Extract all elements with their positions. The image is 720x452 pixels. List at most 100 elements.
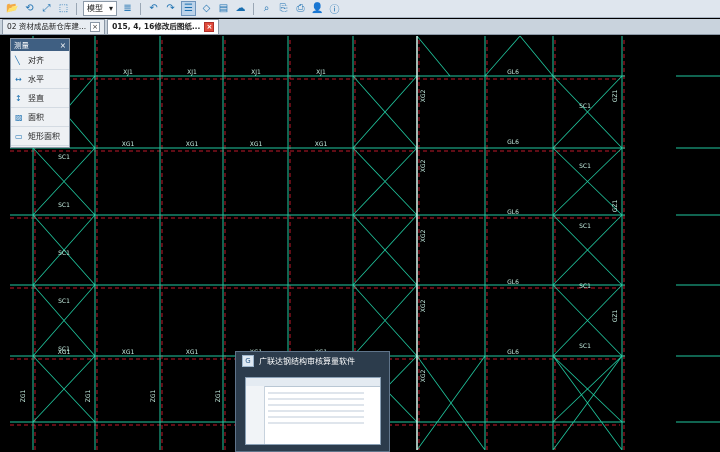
horizontal-icon: ↔ <box>15 74 22 84</box>
member-label: SC1 <box>58 250 70 257</box>
member-label: XG1 <box>186 141 199 148</box>
member-label: GZ1 <box>612 310 619 323</box>
close-icon[interactable]: × <box>60 41 66 50</box>
cloud-icon[interactable]: ☁ <box>234 2 247 15</box>
palette-item-vertical[interactable]: ↕ 竖直 <box>11 89 69 108</box>
grid-icon[interactable]: ☰ <box>181 1 197 16</box>
member-label: XG2 <box>420 300 427 313</box>
tab-label: 02 资材成品新仓库建... <box>7 22 87 31</box>
zoom-extents-icon[interactable]: ⤢ <box>40 2 53 15</box>
member-label: XJ1 <box>251 69 261 76</box>
palette-item-horizontal[interactable]: ↔ 水平 <box>11 70 69 89</box>
palette-item-area[interactable]: ▨ 面积 <box>11 108 69 127</box>
member-label: SC1 <box>579 343 591 350</box>
close-icon[interactable]: × <box>90 22 101 32</box>
undo-icon[interactable]: ↶ <box>147 2 160 15</box>
main-toolbar: 📂 ⟲ ⤢ ⬚ 模型 ▾ ≣ ↶ ↷ ☰ ◇ ▤ ☁ ⌕ ⎘ ⎙ 👤 ⓘ <box>0 0 720 18</box>
member-label: XG1 <box>250 141 263 148</box>
zoom-window-icon[interactable]: ⬚ <box>57 2 70 15</box>
redo-icon[interactable]: ↷ <box>164 2 177 15</box>
document-tab-bar: 02 资材成品新仓库建... × 015, 4, 16修改后图纸... × <box>0 19 720 35</box>
member-label: GL6 <box>507 349 519 356</box>
thumbnail-row <box>268 398 364 400</box>
palette-item-label: 矩形面积 <box>28 131 60 141</box>
thumbnail-row <box>268 416 364 418</box>
member-label: SC1 <box>579 283 591 290</box>
mode-select-value: 模型 <box>87 4 103 13</box>
layers-icon[interactable]: ≣ <box>121 2 134 15</box>
history-icon[interactable]: ⟲ <box>23 2 36 15</box>
member-label: XG1 <box>122 349 135 356</box>
member-label: SC1 <box>58 298 70 305</box>
palette-item-rect-area[interactable]: ▭ 矩形面积 <box>11 127 69 146</box>
close-icon[interactable]: × <box>204 22 215 32</box>
area-icon: ▨ <box>15 112 23 122</box>
toolbar-divider <box>253 2 255 15</box>
member-label: XJ1 <box>187 69 197 76</box>
member-label: XG2 <box>420 160 427 173</box>
thumbnail-sidebar <box>246 386 265 444</box>
member-label: XG1 <box>122 141 135 148</box>
window-thumbnail[interactable] <box>245 377 381 445</box>
thumbnail-row <box>268 392 364 394</box>
toolbar-divider <box>140 2 142 15</box>
popup-title: 广联达钢结构审核算量软件 <box>259 356 355 366</box>
member-label: ZG1 <box>150 390 157 403</box>
copy-icon[interactable]: ⎘ <box>277 2 290 15</box>
user-icon[interactable]: 👤 <box>311 2 324 15</box>
print-icon[interactable]: ⎙ <box>294 2 307 15</box>
palette-item-label: 面积 <box>28 112 44 122</box>
member-label: GZ1 <box>612 200 619 213</box>
palette-item-align[interactable]: ╲ 对齐 <box>11 51 69 70</box>
toolbar-divider <box>76 2 77 15</box>
member-label: GL6 <box>507 209 519 216</box>
member-label: SC1 <box>579 163 591 170</box>
erase-icon[interactable]: ◇ <box>200 2 213 15</box>
brace-line <box>519 36 554 77</box>
brace-line <box>416 36 451 77</box>
open-folder-icon[interactable]: 📂 <box>6 2 19 15</box>
rect-area-icon: ▭ <box>15 131 23 141</box>
member-label: SC1 <box>579 103 591 110</box>
member-label: XG2 <box>420 230 427 243</box>
member-label: ZG1 <box>215 390 222 403</box>
popup-header: G 广联达钢结构审核算量软件 <box>236 352 389 370</box>
member-label: SC1 <box>58 346 70 353</box>
member-label: XG1 <box>315 141 328 148</box>
member-label: GL6 <box>507 279 519 286</box>
align-icon: ╲ <box>15 55 20 65</box>
thumbnail-row <box>268 404 364 406</box>
taskbar-preview-popup[interactable]: G 广联达钢结构审核算量软件 <box>235 351 390 452</box>
measure-palette[interactable]: 测量 × ╲ 对齐 ↔ 水平 ↕ 竖直 ▨ 面积 ▭ 矩形面积 <box>10 38 70 148</box>
palette-title: 测量 <box>14 40 29 50</box>
vertical-icon: ↕ <box>15 93 22 103</box>
member-label: ZG1 <box>85 390 92 403</box>
chevron-down-icon: ▾ <box>109 4 114 13</box>
thumbnail-ribbon <box>246 378 380 387</box>
mode-select[interactable]: 模型 ▾ <box>83 1 118 16</box>
palette-titlebar[interactable]: 测量 × <box>11 39 69 51</box>
palette-item-label: 对齐 <box>28 55 44 65</box>
tab-document-2[interactable]: 015, 4, 16修改后图纸... × <box>107 19 220 34</box>
thumbnail-row <box>268 410 364 412</box>
tab-label: 015, 4, 16修改后图纸... <box>112 22 201 31</box>
member-label: XJ1 <box>123 69 133 76</box>
member-label: XG1 <box>186 349 199 356</box>
property-icon[interactable]: ▤ <box>217 2 230 15</box>
palette-item-label: 竖直 <box>28 93 44 103</box>
member-label: SC1 <box>58 202 70 209</box>
member-label: XJ1 <box>316 69 326 76</box>
tab-document-1[interactable]: 02 资材成品新仓库建... × <box>2 19 106 34</box>
member-label: GZ1 <box>612 90 619 103</box>
member-label: ZG1 <box>20 390 27 403</box>
palette-item-label: 水平 <box>28 74 44 84</box>
member-label: GL6 <box>507 139 519 146</box>
find-icon[interactable]: ⌕ <box>260 2 273 15</box>
app-icon: G <box>242 355 254 367</box>
member-label: GL6 <box>507 69 519 76</box>
member-label: SC1 <box>579 223 591 230</box>
info-icon[interactable]: ⓘ <box>328 2 341 16</box>
member-label: SC1 <box>58 154 70 161</box>
member-label: XG2 <box>420 370 427 383</box>
thumbnail-row <box>268 422 364 424</box>
